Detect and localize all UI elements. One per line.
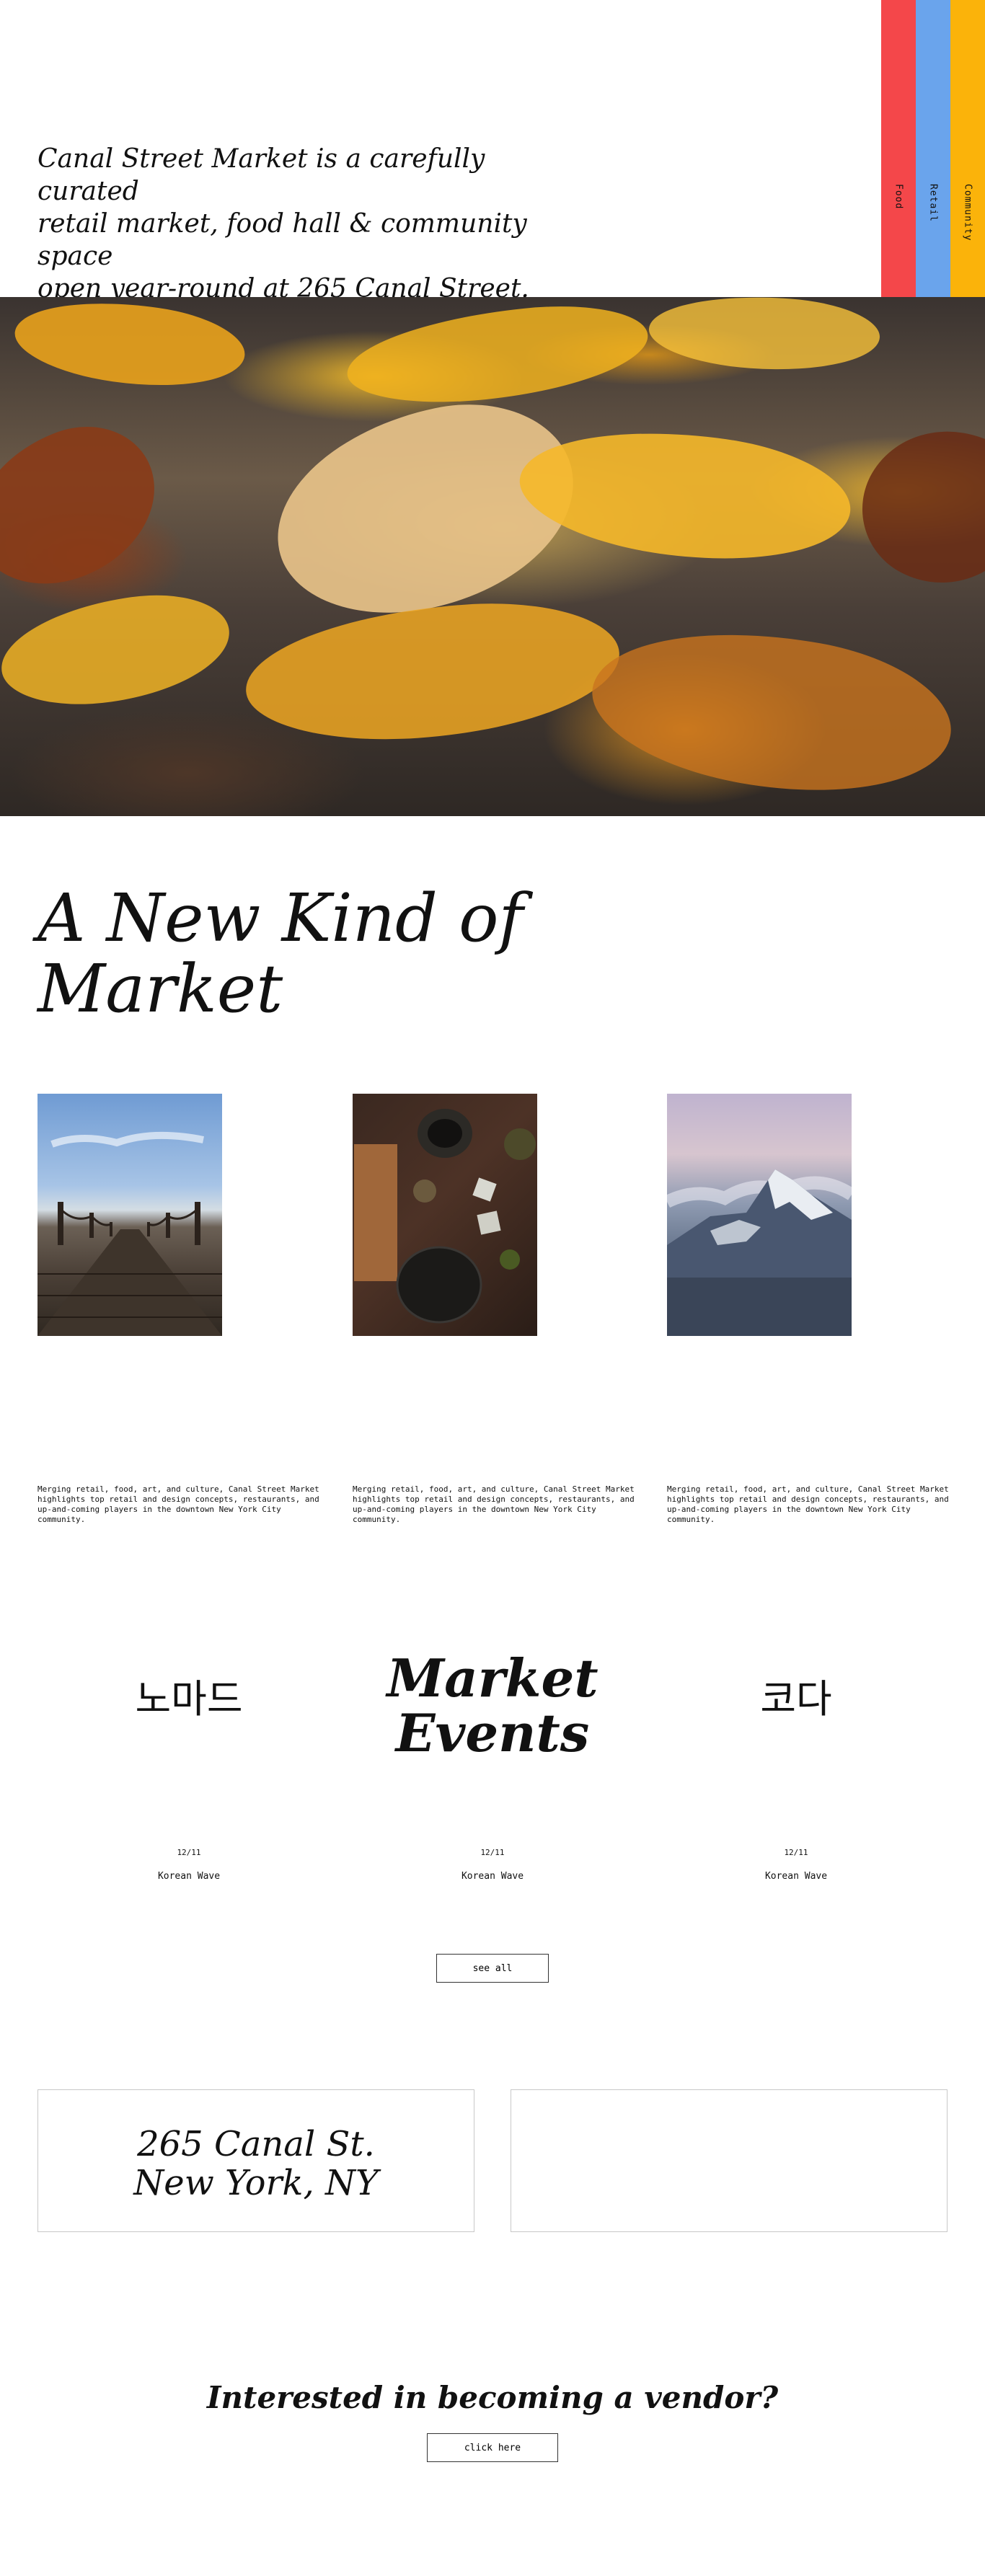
mountain-illustration bbox=[667, 1169, 852, 1336]
event-name-link[interactable]: Korean Wave bbox=[384, 1871, 601, 1882]
events-heading-line-2: Events bbox=[395, 1702, 590, 1763]
hero-autumn-leaves-image bbox=[0, 297, 985, 816]
events-heading: Market Events bbox=[348, 1651, 637, 1761]
event-name-link[interactable]: Korean Wave bbox=[81, 1871, 297, 1882]
kitchen-table-photo bbox=[353, 1094, 537, 1336]
vendor-click-here-button[interactable]: click here bbox=[427, 2433, 558, 2462]
pier-photo bbox=[37, 1094, 222, 1336]
feature-card: Merging retail, food, art, and culture, … bbox=[667, 1094, 970, 1525]
feature-card: Merging retail, food, art, and culture, … bbox=[353, 1094, 655, 1525]
event-date: 12/11 bbox=[480, 1848, 505, 1857]
headline-line-2: Market bbox=[37, 950, 283, 1027]
nav-retail-label: Retail bbox=[927, 184, 939, 222]
address-text: 265 Canal St. New York, NY bbox=[38, 2125, 474, 2203]
address-line-1: 265 Canal St. bbox=[137, 2124, 375, 2164]
feature-card: Merging retail, food, art, and culture, … bbox=[37, 1094, 340, 1525]
intro-line-1: Canal Street Market is a carefully curat… bbox=[37, 144, 485, 206]
intro-statement: Canal Street Market is a carefully curat… bbox=[37, 143, 586, 305]
feature-description: Merging retail, food, art, and culture, … bbox=[37, 1484, 319, 1524]
event-korean-word-right: 코다 bbox=[760, 1678, 832, 1721]
feature-description: Merging retail, food, art, and culture, … bbox=[353, 1484, 635, 1524]
map-placeholder-box bbox=[511, 2089, 948, 2232]
mountain-photo bbox=[667, 1094, 852, 1336]
event-name-link[interactable]: Korean Wave bbox=[688, 1871, 904, 1882]
event-date: 12/11 bbox=[784, 1848, 808, 1857]
vendor-prompt: Interested in becoming a vendor? bbox=[206, 2380, 779, 2415]
see-all-events-button[interactable]: see all bbox=[436, 1954, 549, 1983]
event-korean-word-left: 노마드 bbox=[135, 1678, 243, 1721]
feature-description: Merging retail, food, art, and culture, … bbox=[667, 1484, 949, 1524]
pier-illustration bbox=[37, 1131, 222, 1336]
events-heading-line-1: Market bbox=[387, 1647, 598, 1709]
address-line-2: New York, NY bbox=[133, 2163, 379, 2203]
kitchen-illustration bbox=[354, 1109, 536, 1324]
headline-line-1: A New Kind of bbox=[37, 880, 524, 957]
nav-community-label: Community bbox=[962, 184, 973, 242]
intro-line-2: retail market, food hall & community spa… bbox=[37, 209, 527, 271]
nav-food-label: Food bbox=[893, 184, 904, 210]
address-card: 265 Canal St. New York, NY bbox=[37, 2089, 474, 2232]
section-headline: A New Kind of Market bbox=[37, 883, 542, 1024]
event-date: 12/11 bbox=[177, 1848, 201, 1857]
